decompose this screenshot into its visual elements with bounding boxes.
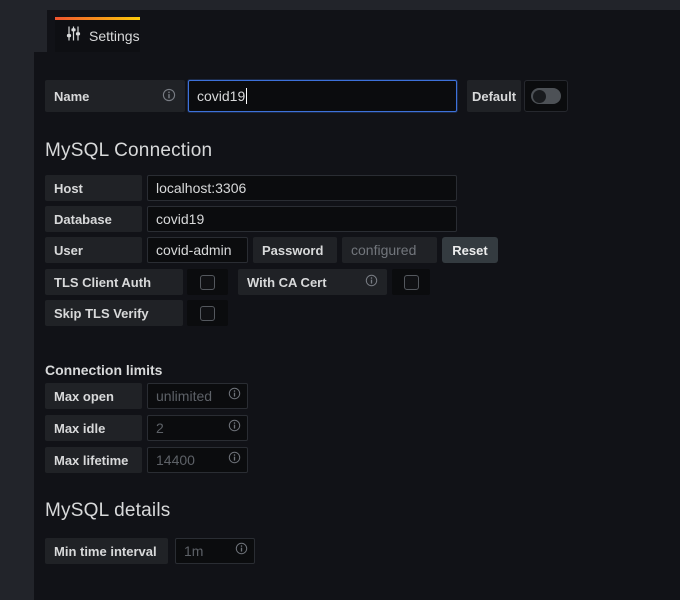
info-icon[interactable]	[228, 451, 241, 469]
info-icon[interactable]	[235, 542, 248, 560]
default-label-text: Default	[472, 89, 516, 104]
info-icon[interactable]	[228, 419, 241, 437]
max-idle-label: Max idle	[45, 415, 142, 441]
connection-limits-heading: Connection limits	[45, 362, 162, 378]
checkbox-box	[200, 275, 215, 290]
user-label: User	[45, 237, 142, 263]
skip-tls-verify-checkbox[interactable]	[187, 300, 228, 326]
info-icon[interactable]	[162, 88, 176, 105]
default-toggle[interactable]	[524, 80, 568, 112]
name-label: Name	[45, 80, 185, 112]
info-icon[interactable]	[228, 387, 241, 405]
tls-client-auth-checkbox[interactable]	[187, 269, 228, 295]
database-label: Database	[45, 206, 142, 232]
page-background: { "tab": { "label": "Settings" }, "gener…	[0, 0, 680, 600]
toggle-knob	[533, 90, 546, 103]
mysql-connection-heading: MySQL Connection	[45, 140, 212, 162]
database-input[interactable]	[147, 206, 457, 232]
password-label: Password	[253, 237, 337, 263]
mysql-details-heading: MySQL details	[45, 500, 170, 522]
tab-settings-label: Settings	[89, 28, 140, 44]
info-icon[interactable]	[365, 274, 378, 290]
checkbox-box	[200, 306, 215, 321]
page-corner	[34, 10, 47, 52]
sliders-icon	[66, 26, 81, 46]
text-caret	[246, 88, 247, 104]
with-ca-cert-checkbox[interactable]	[392, 269, 430, 295]
skip-tls-verify-label: Skip TLS Verify	[45, 300, 183, 326]
default-label: Default	[467, 80, 521, 112]
reset-button[interactable]: Reset	[442, 237, 498, 263]
max-open-label: Max open	[45, 383, 142, 409]
tab-settings[interactable]: Settings	[55, 17, 140, 52]
password-configured-field: configured	[342, 237, 437, 263]
user-input[interactable]	[147, 237, 248, 263]
with-ca-cert-label-text: With CA Cert	[247, 275, 327, 290]
host-label: Host	[45, 175, 142, 201]
toggle-track	[531, 88, 561, 104]
tls-client-auth-label: TLS Client Auth	[45, 269, 183, 295]
max-lifetime-label: Max lifetime	[45, 447, 142, 473]
name-input[interactable]: covid19	[188, 80, 457, 112]
host-input[interactable]	[147, 175, 457, 201]
name-input-value: covid19	[197, 88, 245, 104]
min-time-interval-label: Min time interval	[45, 538, 168, 564]
with-ca-cert-label: With CA Cert	[238, 269, 387, 295]
checkbox-box	[404, 275, 419, 290]
name-label-text: Name	[54, 89, 89, 104]
